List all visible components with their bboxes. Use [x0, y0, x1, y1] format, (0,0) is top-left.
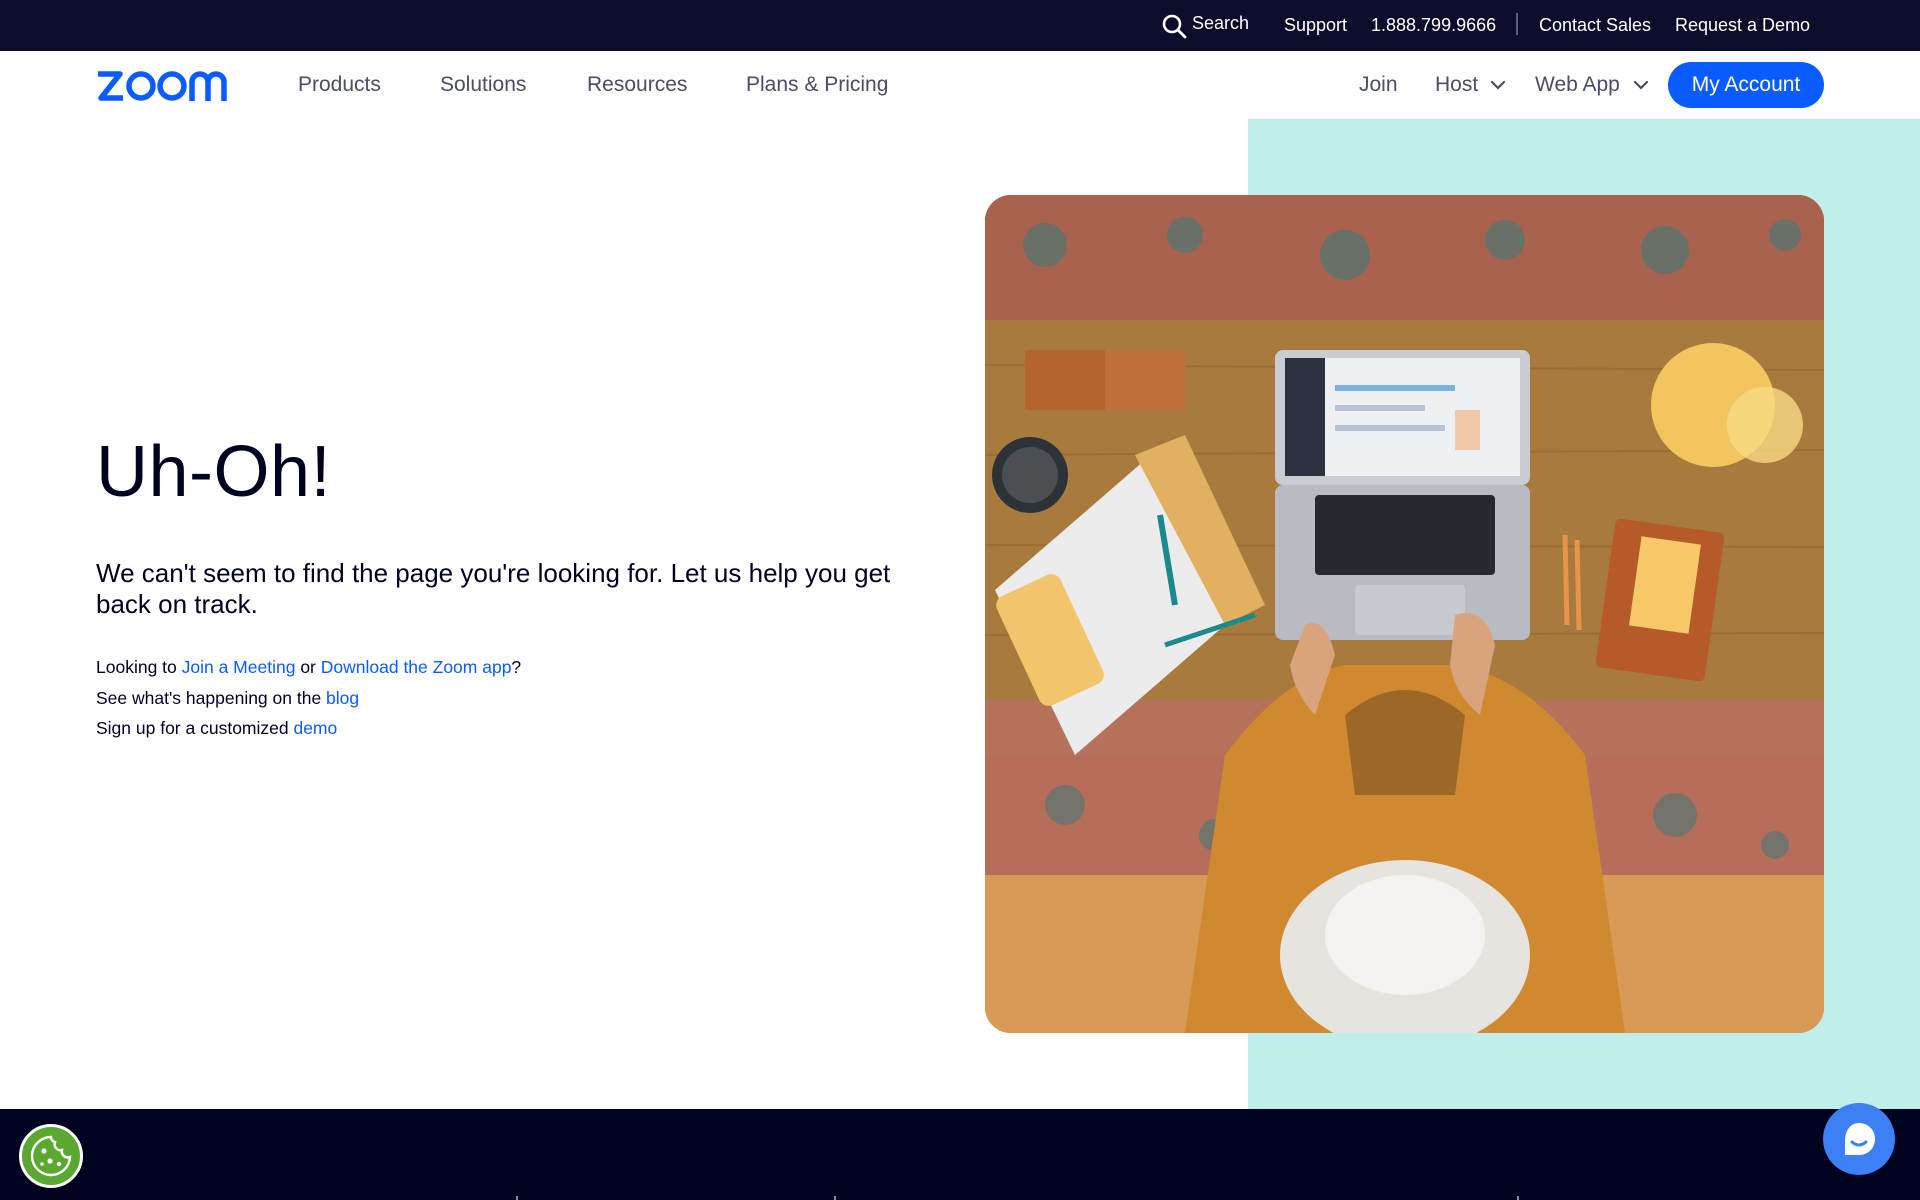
- help-text: Looking to: [96, 657, 182, 677]
- blog-link[interactable]: blog: [326, 688, 359, 708]
- request-demo-link[interactable]: Request a Demo: [1675, 0, 1810, 51]
- page-title: Uh-Oh!: [96, 432, 332, 512]
- help-text: ?: [511, 657, 522, 677]
- footer-divider: [1517, 1196, 1519, 1200]
- footer-divider: [516, 1196, 518, 1200]
- nav-products[interactable]: Products: [298, 51, 381, 119]
- zoom-logo[interactable]: zoom: [96, 68, 242, 102]
- my-account-button[interactable]: My Account: [1668, 62, 1824, 108]
- help-text: See what's happening on the: [96, 688, 327, 708]
- chevron-down-icon[interactable]: [1490, 77, 1506, 93]
- footer: [0, 1109, 1920, 1200]
- phone-link[interactable]: 1.888.799.9666: [1371, 0, 1496, 51]
- nav-solutions[interactable]: Solutions: [440, 51, 526, 119]
- help-line-join: Looking to Join a Meeting or Download th…: [96, 657, 521, 678]
- nav-host[interactable]: Host: [1435, 51, 1478, 119]
- chat-button[interactable]: [1823, 1103, 1895, 1175]
- cookie-settings-button[interactable]: [19, 1124, 83, 1188]
- help-line-demo: Sign up for a customized demo: [96, 718, 337, 739]
- chevron-down-icon[interactable]: [1633, 77, 1649, 93]
- nav-resources[interactable]: Resources: [587, 51, 687, 119]
- error-subtitle: We can't seem to find the page you're lo…: [96, 558, 891, 619]
- utility-divider: [1516, 13, 1518, 35]
- utility-bar: Search Support 1.888.799.9666 Contact Sa…: [0, 0, 1920, 51]
- main-navigation: zoom Products Solutions Resources Plans …: [0, 51, 1920, 119]
- nav-web-app[interactable]: Web App: [1535, 51, 1620, 119]
- support-link[interactable]: Support: [1284, 0, 1347, 51]
- download-app-link[interactable]: Download the Zoom app: [321, 657, 512, 677]
- chat-bubble-icon: [1845, 1123, 1875, 1155]
- hero-photo-desk: [985, 195, 1824, 1033]
- search-icon[interactable]: [1161, 13, 1187, 39]
- join-meeting-link[interactable]: Join a Meeting: [182, 657, 296, 677]
- demo-link[interactable]: demo: [293, 718, 337, 738]
- help-text: Sign up for a customized: [96, 718, 294, 738]
- nav-plans-pricing[interactable]: Plans & Pricing: [746, 51, 888, 119]
- contact-sales-link[interactable]: Contact Sales: [1539, 0, 1651, 51]
- search-link[interactable]: Search: [1192, 0, 1249, 49]
- cookie-icon: [30, 1135, 72, 1177]
- help-line-blog: See what's happening on the blog: [96, 688, 359, 709]
- footer-divider: [834, 1196, 836, 1200]
- help-text: or: [295, 657, 321, 677]
- nav-join[interactable]: Join: [1359, 51, 1398, 119]
